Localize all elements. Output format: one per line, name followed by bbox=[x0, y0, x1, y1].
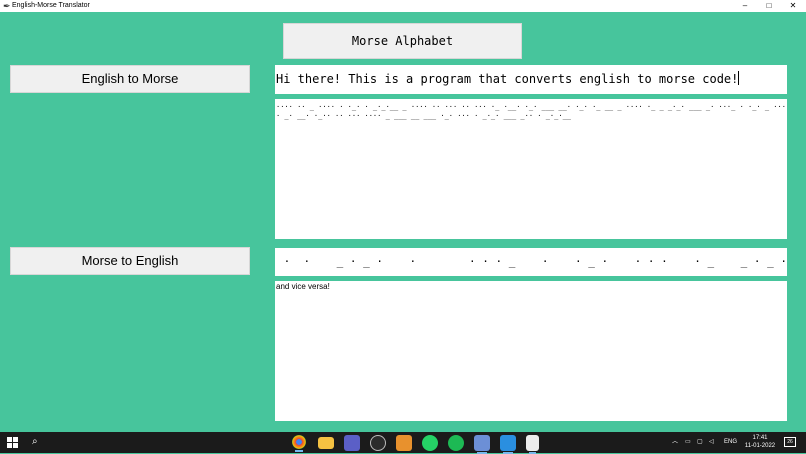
english-output-area[interactable]: and vice versa! bbox=[275, 281, 787, 421]
notification-icon[interactable]: 26 bbox=[784, 437, 796, 447]
sublime-text-icon[interactable] bbox=[396, 435, 412, 451]
file-explorer-icon[interactable] bbox=[318, 437, 334, 449]
english-input-field[interactable]: Hi there! This is a program that convert… bbox=[275, 65, 787, 94]
feather-icon: ✒ bbox=[3, 1, 11, 11]
vscode-icon[interactable] bbox=[500, 435, 516, 454]
app-window: Morse Alphabet English to Morse Morse to… bbox=[0, 12, 806, 432]
clock-date: 11-01-2022 bbox=[744, 443, 776, 449]
python-app-icon[interactable] bbox=[526, 435, 539, 454]
window-title: English-Morse Translator bbox=[12, 2, 90, 9]
volume-icon[interactable]: ◁ bbox=[709, 432, 714, 453]
clock[interactable]: 17:41 11-01-2022 bbox=[742, 434, 778, 450]
english-input-text: Hi there! This is a program that convert… bbox=[276, 72, 739, 86]
maximize-button[interactable]: □ bbox=[757, 0, 781, 12]
language-indicator[interactable]: ENG bbox=[724, 432, 737, 453]
teams-icon[interactable] bbox=[344, 435, 360, 451]
browser-icon[interactable] bbox=[370, 435, 386, 451]
morse-input-field[interactable]: · · _ · _ · · · · · _ · · _ · · · · · _ … bbox=[275, 248, 787, 276]
english-to-morse-button[interactable]: English to Morse bbox=[10, 65, 250, 93]
battery-icon[interactable]: ▭ bbox=[685, 432, 691, 453]
title-bar: ✒ English-Morse Translator – □ ✕ bbox=[0, 0, 806, 12]
chrome-icon[interactable] bbox=[292, 435, 306, 452]
taskbar: ⌕ ︿ ▭ ▢ ◁ ENG 17:41 11-01-2022 26 bbox=[0, 432, 806, 454]
close-button[interactable]: ✕ bbox=[781, 0, 805, 12]
morse-output-area[interactable]: ···· ·· _ ···· · ·_· · _·_·__ _ ···· ·· … bbox=[275, 99, 787, 239]
morse-alphabet-button[interactable]: Morse Alphabet bbox=[283, 23, 522, 59]
visual-studio-icon[interactable] bbox=[474, 435, 490, 454]
chevron-up-icon[interactable]: ︿ bbox=[672, 432, 678, 453]
morse-to-english-button[interactable]: Morse to English bbox=[10, 247, 250, 275]
minimize-button[interactable]: – bbox=[733, 0, 757, 12]
windows-start-icon[interactable] bbox=[7, 437, 18, 448]
whatsapp-icon[interactable] bbox=[422, 435, 438, 451]
spotify-icon[interactable] bbox=[448, 435, 464, 451]
clock-time: 17:41 bbox=[752, 435, 768, 441]
display-icon[interactable]: ▢ bbox=[697, 432, 703, 453]
text-cursor bbox=[738, 71, 740, 85]
search-icon[interactable]: ⌕ bbox=[32, 436, 38, 448]
